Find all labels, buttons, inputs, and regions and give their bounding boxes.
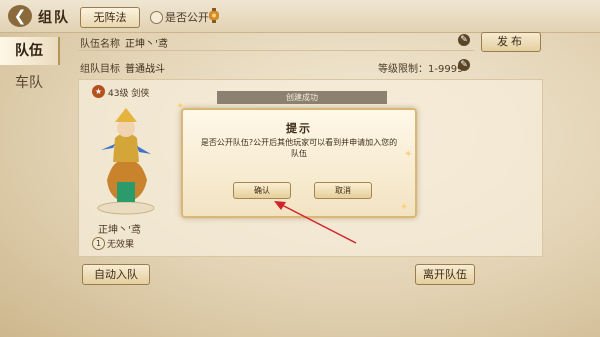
sparkle-icon: ✦ bbox=[176, 101, 185, 112]
lantern-icon[interactable] bbox=[206, 7, 222, 25]
edit-pencil-icon[interactable]: ✎ bbox=[458, 34, 470, 46]
member-level: 43级 剑侠 bbox=[108, 89, 150, 99]
sparkle-icon: ✦ bbox=[400, 202, 409, 213]
team-name-value[interactable]: 正坤丶'鸢 bbox=[125, 35, 168, 50]
back-arrow-icon[interactable]: ❮ bbox=[8, 5, 32, 27]
tab-team[interactable]: 队伍 bbox=[0, 37, 60, 65]
created-notice: 创建成功 bbox=[217, 91, 387, 104]
publish-button[interactable]: 发布 bbox=[481, 32, 541, 52]
effect-index: 1 bbox=[92, 237, 105, 250]
level-badge-icon: ★ bbox=[92, 85, 105, 98]
public-checkbox[interactable] bbox=[150, 11, 163, 24]
public-label: 是否公开 bbox=[165, 11, 209, 24]
auto-join-button[interactable]: 自动入队 bbox=[82, 264, 150, 285]
edit-pencil-icon[interactable]: ✎ bbox=[458, 59, 470, 71]
effect-text: 无效果 bbox=[107, 240, 135, 250]
pointer-arrow-icon bbox=[274, 201, 357, 244]
sparkle-icon: ✦ bbox=[404, 149, 413, 160]
hero-character[interactable] bbox=[93, 100, 159, 215]
team-goal-value[interactable]: 普通战斗 bbox=[125, 60, 165, 75]
tab-convoy[interactable]: 车队 bbox=[0, 69, 58, 97]
formation-button[interactable]: 无阵法 bbox=[80, 7, 140, 28]
dialog-title: 提示 bbox=[286, 122, 312, 135]
member-name: 正坤丶'鸢 bbox=[98, 225, 141, 236]
page-title: 组队 bbox=[38, 10, 70, 26]
top-bar: ❮ 组队 无阵法 是否公开 bbox=[0, 0, 600, 33]
leave-team-button[interactable]: 离开队伍 bbox=[415, 264, 475, 285]
dialog-message: 是否公开队伍?公开后其他玩家可以看到并申请加入您的队伍 bbox=[200, 138, 398, 158]
team-name-label: 队伍名称 bbox=[80, 39, 120, 50]
level-limit-label: 等级限制：1-9999 bbox=[378, 64, 464, 75]
team-goal-label: 组队目标 bbox=[80, 64, 120, 75]
